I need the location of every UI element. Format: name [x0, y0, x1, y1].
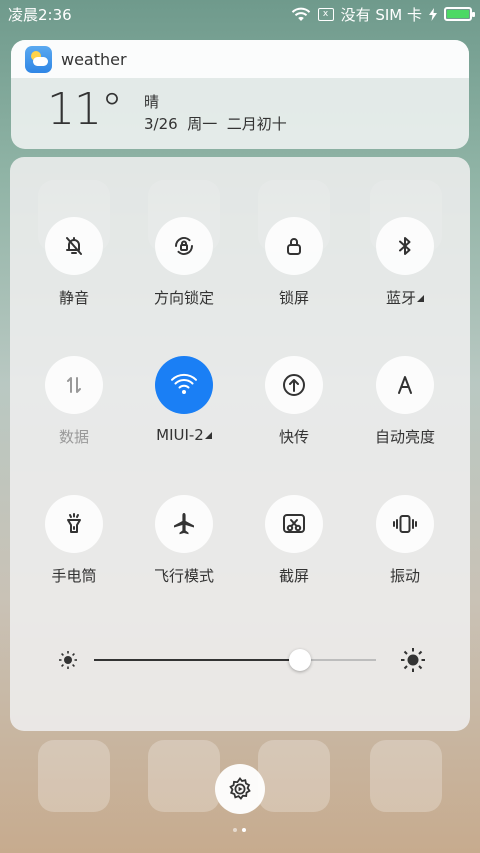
carrier-text: 没有 SIM 卡 [340, 5, 422, 24]
toggle-label: 截屏 [239, 565, 349, 586]
toggle-label-text: 截屏 [278, 567, 309, 585]
toggle-airplane[interactable]: 飞行模式 [129, 495, 239, 586]
toggle-screenshot[interactable]: 截屏 [239, 495, 349, 586]
toggle-bell-off[interactable]: 静音 [19, 217, 129, 308]
wifi-icon [155, 356, 213, 414]
brightness-low-icon [59, 651, 77, 669]
flashlight-icon-glyph [67, 513, 81, 533]
quick-settings-panel: 静音 方向锁定 锁屏 蓝牙数据 MIUI-2 快传 自动亮度手电筒 飞行模式 截屏 振动 [10, 157, 470, 731]
bell-off-icon [45, 217, 103, 275]
toggle-label: 飞行模式 [129, 565, 239, 586]
toggle-label: 自动亮度 [350, 426, 460, 447]
toggle-label-text: 振动 [389, 567, 420, 585]
toggle-label: 快传 [239, 426, 349, 447]
toggle-bluetooth[interactable]: 蓝牙 [350, 217, 460, 308]
auto-brightness-icon-glyph [398, 376, 412, 394]
vibrate-icon [376, 495, 434, 553]
brightness-fill [94, 659, 300, 661]
toggle-rotation-lock[interactable]: 方向锁定 [129, 217, 239, 308]
toggle-label-text: 快传 [278, 428, 309, 446]
toggle-lock[interactable]: 锁屏 [239, 217, 349, 308]
brightness-track[interactable] [94, 659, 376, 661]
notification-app-name: weather [61, 49, 127, 69]
weather-date: 3/26 周一 二月初十 [144, 115, 287, 133]
bluetooth-icon [376, 217, 434, 275]
status-time: 凌晨2:36 [8, 5, 72, 24]
more-indicator-icon [204, 432, 212, 439]
toggle-label: 手电筒 [19, 565, 129, 586]
wifi-icon-glyph [171, 373, 197, 394]
weather-app-icon [25, 45, 52, 73]
lock-icon [265, 217, 323, 275]
gear-icon [229, 777, 251, 800]
toggle-label-text: 锁屏 [278, 289, 309, 307]
toggle-label: 方向锁定 [129, 287, 239, 308]
toggle-label: 数据 [19, 426, 129, 447]
rotation-lock-icon-glyph [175, 237, 193, 255]
bell-off-icon-glyph [66, 237, 82, 255]
mobile-data-icon [45, 356, 103, 414]
toggle-vibrate[interactable]: 振动 [350, 495, 460, 586]
bluetooth-icon-glyph [399, 237, 411, 255]
settings-button[interactable] [215, 764, 265, 814]
mobile-data-icon-glyph [67, 377, 81, 393]
quick-transfer-icon-glyph [283, 374, 305, 396]
status-bar: 凌晨2:36 x 没有 SIM 卡 [0, 0, 480, 28]
quick-transfer-icon [265, 356, 323, 414]
weather-condition: 晴 [144, 93, 160, 111]
auto-brightness-icon [376, 356, 434, 414]
toggle-label-text: 手电筒 [51, 567, 97, 585]
toggle-auto-brightness[interactable]: 自动亮度 [350, 356, 460, 447]
toggle-label-text: 静音 [58, 289, 89, 307]
toggle-label-text: 飞行模式 [153, 567, 214, 585]
more-indicator-icon [417, 295, 424, 302]
rotation-lock-icon [155, 217, 213, 275]
toggle-wifi[interactable]: MIUI-2 [129, 356, 239, 444]
page-dot-active [242, 828, 246, 832]
page-indicator [233, 828, 246, 832]
lock-icon-glyph [287, 238, 301, 255]
toggle-flashlight[interactable]: 手电筒 [19, 495, 129, 586]
brightness-thumb[interactable] [288, 649, 311, 671]
screenshot-icon-glyph [283, 514, 305, 533]
temperature: 11° [47, 84, 123, 135]
toggle-label: 锁屏 [239, 287, 349, 308]
brightness-high-icon [401, 648, 425, 672]
airplane-icon [155, 495, 213, 553]
charging-icon [429, 7, 437, 21]
toggle-label-text: MIUI-2 [156, 426, 204, 444]
toggle-mobile-data[interactable]: 数据 [19, 356, 129, 447]
toggle-label-text: 数据 [58, 428, 89, 446]
toggle-label-text: 蓝牙 [385, 289, 416, 307]
page-dot [233, 828, 237, 832]
toggle-label-text: 自动亮度 [374, 428, 435, 446]
airplane-icon-glyph [174, 513, 194, 535]
vibrate-icon-glyph [393, 515, 417, 533]
wifi-status-icon [291, 7, 310, 21]
toggle-label: 静音 [19, 287, 129, 308]
toggle-quick-transfer[interactable]: 快传 [239, 356, 349, 447]
toggle-label-text: 方向锁定 [153, 289, 214, 307]
toggle-label: MIUI-2 [129, 426, 239, 444]
battery-icon [444, 7, 475, 21]
sim-icon: x [317, 7, 334, 21]
toggle-label: 振动 [350, 565, 460, 586]
screenshot-icon [265, 495, 323, 553]
flashlight-icon [45, 495, 103, 553]
weather-notification[interactable]: weather 11° 晴 3/26 周一 二月初十 [11, 40, 469, 149]
brightness-slider[interactable] [58, 645, 425, 675]
toggle-label: 蓝牙 [350, 287, 460, 308]
